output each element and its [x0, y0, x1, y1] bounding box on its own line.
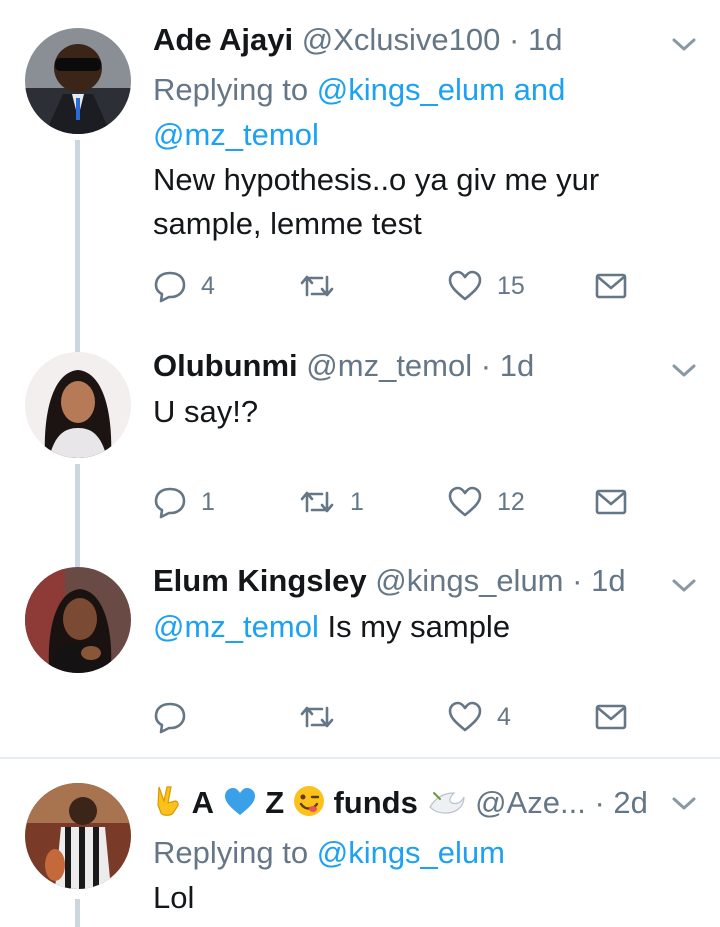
mention-link[interactable]: @kings_elum and [317, 72, 566, 107]
display-name[interactable]: Ade Ajayi [153, 22, 293, 57]
envelope-icon [595, 489, 627, 515]
thread-line [75, 340, 80, 352]
tweet-text: Lol [153, 880, 195, 915]
thread-line [75, 899, 80, 927]
tweet-actions: 4 15 [153, 266, 673, 306]
reply-count: 1 [201, 487, 215, 516]
tweet-header: A Z funds @Aze... · 2d [153, 783, 648, 825]
username[interactable]: @Xclusive100 [302, 22, 501, 57]
retweet-button[interactable] [298, 697, 336, 737]
heart-icon [448, 701, 482, 732]
username[interactable]: @kings_elum [375, 563, 563, 598]
mention-link[interactable]: @kings_elum [317, 835, 505, 870]
tweet-body: Is my sample [327, 609, 511, 644]
retweet-icon [300, 491, 334, 513]
mention-link[interactable]: @mz_temol [153, 117, 319, 152]
envelope-icon [595, 704, 627, 730]
winking-face-icon [293, 785, 325, 825]
tweet-ade-ajayi[interactable]: Ade Ajayi @Xclusive100 · 1d Replying to … [0, 0, 720, 340]
tweet-actions: 4 [153, 697, 673, 737]
dove-icon [426, 787, 466, 825]
avatar[interactable] [25, 783, 131, 889]
tweet-header: Olubunmi @mz_temol · 1d [153, 348, 534, 384]
separator-dot: · [572, 563, 583, 598]
separator-dot: · [480, 348, 492, 383]
display-name-funds[interactable]: funds [333, 785, 417, 820]
reply-button[interactable]: 4 [153, 266, 215, 306]
victory-hand-icon [153, 783, 183, 825]
tweet-actions: 1 1 12 [153, 482, 673, 522]
tweet-aze-funds[interactable]: A Z funds @Aze... · 2d Replying to @king… [0, 759, 720, 927]
like-button[interactable]: 4 [447, 697, 511, 737]
tweet-text: U say!? [153, 394, 259, 429]
chevron-down-icon[interactable] [669, 32, 699, 56]
tweet-header: Elum Kingsley @kings_elum · 1d [153, 563, 626, 599]
tweet-elum-kingsley[interactable]: Elum Kingsley @kings_elum · 1d @mz_temol… [0, 555, 720, 755]
chevron-down-icon[interactable] [669, 791, 699, 815]
timestamp[interactable]: 1d [500, 348, 534, 383]
tweet-olubunmi[interactable]: Olubunmi @mz_temol · 1d U say!? 1 1 12 [0, 340, 720, 555]
tweet-header: Ade Ajayi @Xclusive100 · 1d [153, 22, 562, 58]
retweet-icon [300, 275, 334, 297]
blue-heart-icon [223, 787, 257, 825]
display-name-z[interactable]: Z [265, 785, 284, 820]
mention-link[interactable]: @mz_temol [153, 609, 319, 644]
reply-icon [154, 487, 186, 519]
chevron-down-icon[interactable] [669, 573, 699, 597]
replying-to-label: Replying to [153, 835, 309, 870]
timestamp[interactable]: 1d [528, 22, 562, 57]
display-name-a[interactable]: A [192, 785, 214, 820]
conversation-thread: Ade Ajayi @Xclusive100 · 1d Replying to … [0, 0, 720, 927]
heart-icon [448, 486, 482, 517]
replying-to-label: Replying to [153, 72, 309, 107]
timestamp[interactable]: 1d [591, 563, 625, 598]
direct-message-button[interactable] [595, 482, 627, 522]
reply-count: 4 [201, 271, 215, 300]
separator-dot: · [594, 785, 605, 820]
tweet-text: @mz_temol Is my sample [153, 605, 673, 649]
display-name[interactable]: Olubunmi [153, 348, 298, 383]
thread-line [75, 140, 80, 340]
timestamp[interactable]: 2d [613, 785, 647, 820]
reply-button[interactable]: 1 [153, 482, 215, 522]
direct-message-button[interactable] [595, 266, 627, 306]
reply-button[interactable] [153, 697, 187, 737]
avatar[interactable] [25, 352, 131, 458]
separator-dot: · [509, 22, 520, 57]
like-count: 12 [497, 487, 525, 516]
retweet-icon [300, 706, 334, 728]
retweet-button[interactable] [298, 266, 336, 306]
username[interactable]: @Aze... [475, 785, 586, 820]
avatar[interactable] [25, 28, 131, 134]
reply-icon [154, 702, 186, 734]
avatar[interactable] [25, 567, 131, 673]
username[interactable]: @mz_temol [306, 348, 472, 383]
like-count: 15 [497, 271, 525, 300]
replying-to: Replying to @kings_elum and [153, 68, 565, 112]
replying-to-line2: @mz_temol [153, 113, 319, 157]
like-count: 4 [497, 702, 511, 731]
envelope-icon [595, 273, 627, 299]
like-button[interactable]: 15 [447, 266, 525, 306]
retweet-button[interactable]: 1 [298, 482, 364, 522]
heart-icon [448, 270, 482, 301]
retweet-count: 1 [350, 487, 364, 516]
like-button[interactable]: 12 [447, 482, 525, 522]
replying-to: Replying to @kings_elum [153, 831, 505, 875]
display-name[interactable]: Elum Kingsley [153, 563, 367, 598]
thread-line [75, 555, 80, 567]
tweet-text: New hypothesis..o ya giv me yur sample, … [153, 162, 600, 241]
reply-icon [154, 271, 186, 303]
direct-message-button[interactable] [595, 697, 627, 737]
chevron-down-icon[interactable] [669, 358, 699, 382]
thread-line [75, 464, 80, 555]
